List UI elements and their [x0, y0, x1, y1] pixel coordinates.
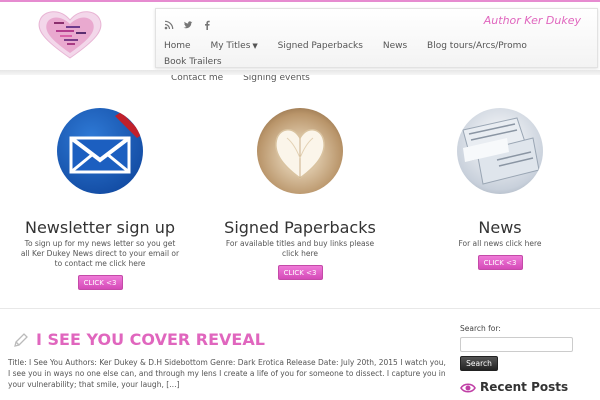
news-click-button[interactable]: CLICK <3: [477, 255, 523, 270]
menu-item-book-trailers[interactable]: Book Trailers: [164, 54, 222, 70]
menu-item-signed-paperbacks[interactable]: Signed Paperbacks: [278, 38, 363, 54]
search-button[interactable]: Search: [460, 356, 498, 371]
newsletter-click-button[interactable]: CLICK <3: [77, 275, 123, 290]
post-title[interactable]: I SEE YOU COVER REVEAL: [8, 330, 448, 349]
post-excerpt: Title: I See You Authors: Ker Dukey & D.…: [8, 358, 446, 389]
site-title[interactable]: Author Ker Dukey: [484, 14, 581, 27]
social-links: [164, 15, 212, 30]
featured-news: News For all news click here CLICK <3: [400, 108, 600, 270]
menu-item-news[interactable]: News: [383, 38, 407, 54]
envelope-icon[interactable]: [57, 108, 143, 194]
search-input[interactable]: [460, 337, 573, 352]
chevron-down-icon: ▼: [252, 42, 258, 50]
blog-post: I SEE YOU COVER REVEAL Title: I See You …: [8, 330, 448, 390]
twitter-icon[interactable]: [183, 15, 193, 29]
paperbacks-click-button[interactable]: CLICK <3: [277, 265, 323, 280]
post-title-text: I SEE YOU COVER REVEAL: [36, 330, 265, 349]
menu-item-label: My Titles: [210, 41, 251, 51]
menu-item-home[interactable]: Home: [164, 38, 191, 54]
menu-item-blog-tours[interactable]: Blog tours/Arcs/Promo: [427, 38, 527, 54]
navigation-bar: Author Ker Dukey Home My Titles ▼ Signed …: [155, 8, 598, 83]
recent-posts-title: Recent Posts: [480, 380, 569, 394]
featured-signed-paperbacks: Signed Paperbacks For available titles a…: [200, 108, 400, 280]
featured-text: For all news click here: [458, 239, 542, 248]
section-divider: [0, 308, 600, 309]
book-heart-icon[interactable]: [257, 108, 343, 194]
featured-title: News: [478, 218, 522, 237]
facebook-icon[interactable]: [202, 15, 212, 30]
featured-title: Newsletter sign up: [24, 218, 176, 237]
main-menu: Home My Titles ▼ Signed Paperbacks News B…: [164, 38, 584, 86]
featured-title: Signed Paperbacks: [224, 218, 376, 237]
recent-posts-heading: Recent Posts: [460, 380, 595, 394]
featured-newsletter: Newsletter sign up To sign up for my new…: [0, 108, 200, 290]
rss-icon[interactable]: [164, 15, 174, 30]
menu-item-my-titles[interactable]: My Titles ▼: [210, 38, 257, 54]
eye-icon: [460, 380, 476, 396]
header-shadow: [0, 70, 600, 75]
newspaper-icon[interactable]: [457, 108, 543, 194]
featured-text: To sign up for my news letter so you get…: [20, 239, 180, 268]
featured-text: For available titles and buy links pleas…: [225, 239, 375, 258]
pencil-icon: [13, 332, 29, 348]
site-header: Author Ker Dukey Home My Titles ▼ Signed …: [0, 2, 600, 83]
sidebar: Search for: Search Recent Posts: [460, 324, 595, 394]
search-label: Search for:: [460, 324, 501, 333]
heart-logo[interactable]: [34, 8, 106, 60]
